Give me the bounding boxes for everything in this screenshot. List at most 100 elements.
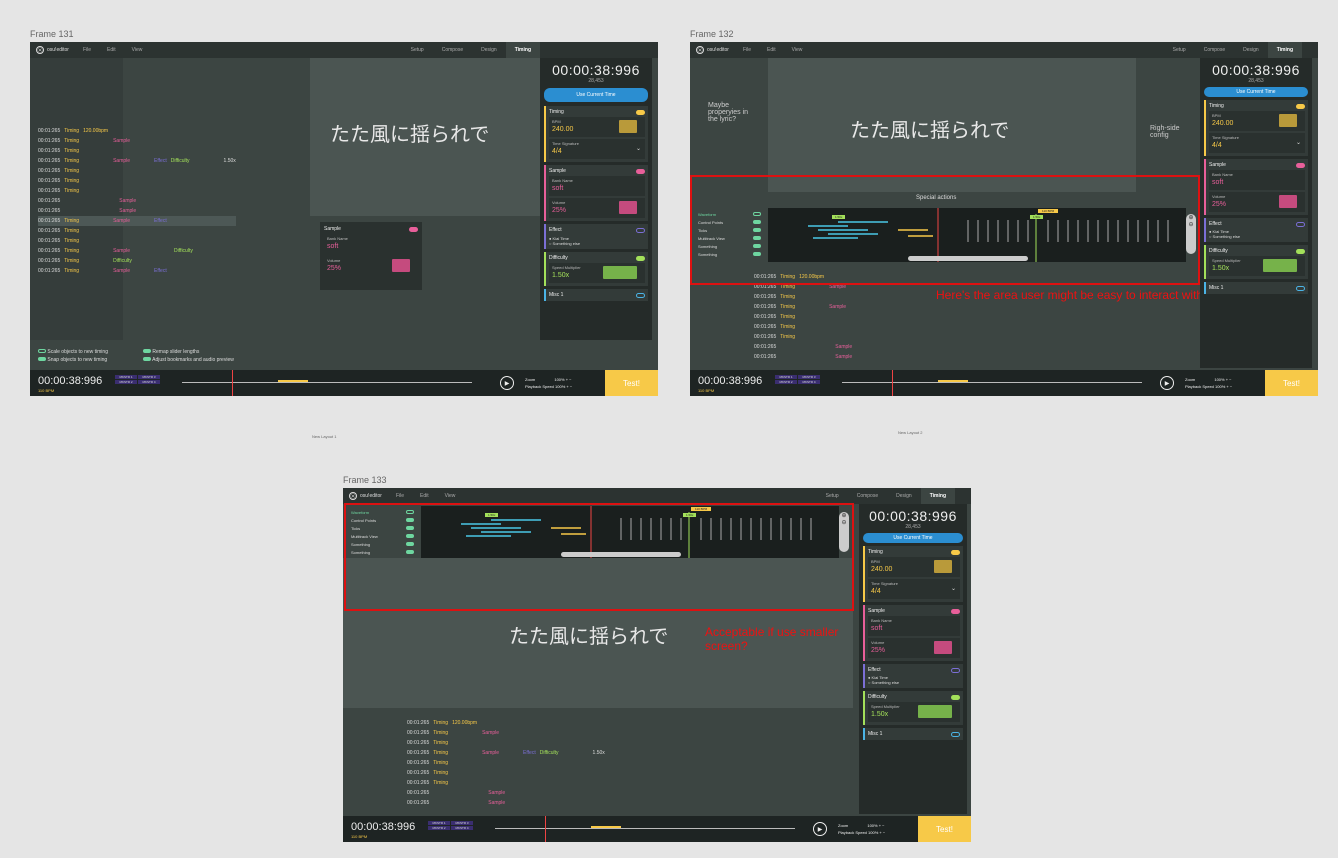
tab-compose[interactable]: Compose [1195,42,1234,58]
option-adjust[interactable]: Adjust bookmarks and audio preview [143,356,234,364]
effect-toggle[interactable] [951,667,960,673]
app-logo[interactable]: ⦿ osu!editor [690,46,735,54]
signature-field[interactable]: Time Signature 4/4 ⌄ [549,139,645,159]
sample-toggle[interactable] [409,226,418,232]
bookmark-button[interactable]: MKSTR 2 [428,826,450,830]
volume-slider[interactable] [619,201,637,214]
play-button[interactable]: ▶ [500,376,514,390]
something-option[interactable]: ○ Something else [868,680,960,685]
volume-slider[interactable] [392,259,410,272]
use-current-time-button[interactable]: Use Current Time [1204,87,1308,97]
list-item[interactable]: 00:01:265 Timing Sample Difficulty [38,246,236,256]
volume-field[interactable]: Volume 25% [868,638,960,658]
list-item[interactable]: 00:01:265 Timing [38,146,236,156]
list-item[interactable]: 00:01:265 Timing Sample [407,728,605,738]
list-item[interactable]: 00:01:265 Sample [754,352,852,362]
bookmark-button[interactable]: MKSTR 3 [798,375,820,379]
list-item[interactable]: 00:01:265 Timing [38,226,236,236]
list-item[interactable]: 00:01:265 Timing [407,778,605,788]
sv-slider[interactable] [918,705,952,718]
option-remap[interactable]: Remap slider lengths [143,348,234,356]
list-item[interactable]: 00:01:265 Timing 120.00bpm [407,718,605,728]
playhead[interactable] [232,370,233,396]
test-button[interactable]: Test! [605,370,658,396]
volume-slider[interactable] [934,641,952,654]
sv-slider[interactable] [1263,259,1297,272]
bank-field[interactable]: Bank Name soft [549,176,645,196]
list-item[interactable]: 00:01:265 Timing [407,738,605,748]
menu-edit[interactable]: Edit [99,47,124,53]
tab-design[interactable]: Design [887,488,921,504]
option-snap[interactable]: Snap objects to new timing [38,356,108,364]
app-logo[interactable]: ⦿ osu!editor [343,492,388,500]
list-item[interactable]: 00:01:265 Timing Sample Effect Difficulty 1.5… [407,748,605,758]
list-item[interactable]: 00:01:265 Timing [407,768,605,778]
sample-toggle[interactable] [951,608,960,614]
timeline-track[interactable] [182,382,472,383]
tab-setup[interactable]: Setup [402,42,433,58]
test-button[interactable]: Test! [1265,370,1318,396]
sample-toggle[interactable] [636,168,645,174]
list-item[interactable]: 00:01:265 Timing [754,312,852,322]
tab-timing[interactable]: Timing [920,488,955,504]
test-button[interactable]: Test! [918,816,971,842]
menu-file[interactable]: File [75,47,99,53]
list-item[interactable]: 00:01:265 Timing [38,166,236,176]
list-item[interactable]: 00:01:265 Timing [754,332,852,342]
menu-edit[interactable]: Edit [412,493,437,499]
list-item[interactable]: 00:01:265 Timing [38,176,236,186]
list-item-selected[interactable]: 00:01:265 Timing Sample Effect [38,216,236,226]
option-scale[interactable]: Scale objects to new timing [38,348,108,356]
bank-field[interactable]: Bank Name soft [324,234,418,254]
menu-view[interactable]: View [124,47,151,53]
bank-field[interactable]: Bank Name soft [1209,170,1305,190]
menu-file[interactable]: File [735,47,759,53]
menu-view[interactable]: View [784,47,811,53]
timing-toggle[interactable] [1296,103,1305,109]
difficulty-toggle[interactable] [636,255,645,261]
bookmark-button[interactable]: MKSTR 3 [138,375,160,379]
timeline-track[interactable] [842,382,1142,383]
volume-field[interactable]: Volume 25% [549,198,645,218]
list-item[interactable]: 00:01:265 Timing [754,322,852,332]
playhead[interactable] [545,816,546,842]
bookmark-button[interactable]: MKSTR 4 [451,826,473,830]
bookmark-button[interactable]: MKSTR 1 [428,821,450,825]
sv-field[interactable]: Speed Multiplier 1.50x [1209,256,1305,276]
misc-toggle[interactable] [636,292,645,298]
bank-field[interactable]: Bank Name soft [868,616,960,636]
bookmark-button[interactable]: MKSTR 2 [115,380,137,384]
effect-toggle[interactable] [636,227,645,233]
bookmark-button[interactable]: MKSTR 3 [451,821,473,825]
bpm-slider[interactable] [619,120,637,133]
list-item[interactable]: 00:01:265 Timing Sample Effect Difficulty 1.5… [38,156,236,166]
tab-setup[interactable]: Setup [817,488,848,504]
tab-timing[interactable]: Timing [1267,42,1302,58]
list-item[interactable]: 00:01:265 Sample [38,196,236,206]
list-item[interactable]: 00:01:265 Sample [407,798,605,808]
tab-compose[interactable]: Compose [433,42,472,58]
list-item[interactable]: 00:01:265 Timing Sample [38,136,236,146]
list-item[interactable]: 00:01:265 Timing [407,758,605,768]
difficulty-toggle[interactable] [1296,248,1305,254]
bookmark-button[interactable]: MKSTR 1 [115,375,137,379]
something-option[interactable]: ○ Something else [1209,234,1305,239]
tab-design[interactable]: Design [1234,42,1268,58]
timing-toggle[interactable] [951,549,960,555]
list-item[interactable]: 00:01:265 Timing 120.00bpm [38,126,236,136]
bpm-slider[interactable] [1279,114,1297,127]
use-current-time-button[interactable]: Use Current Time [544,88,648,102]
bookmark-button[interactable]: MKSTR 2 [775,380,797,384]
playhead[interactable] [892,370,893,396]
volume-field[interactable]: Volume 25% [324,256,418,276]
tab-design[interactable]: Design [472,42,506,58]
list-item[interactable]: 00:01:265 Timing Sample [754,302,852,312]
tab-timing[interactable]: Timing [505,42,540,58]
bookmark-button[interactable]: MKSTR 4 [138,380,160,384]
menu-file[interactable]: File [388,493,412,499]
play-button[interactable]: ▶ [813,822,827,836]
misc-toggle[interactable] [1296,285,1305,291]
sv-slider[interactable] [603,266,637,279]
sv-field[interactable]: Speed Multiplier 1.50x [549,263,645,283]
app-logo[interactable]: ⦿ osu!editor [30,46,75,54]
